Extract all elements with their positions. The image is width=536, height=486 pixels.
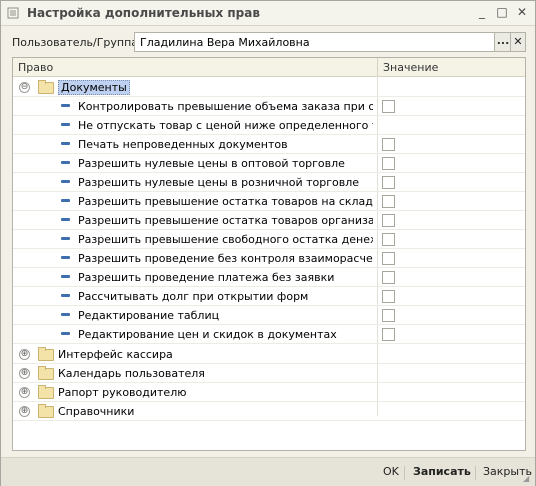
expand-icon[interactable]: ⊕ (19, 368, 30, 379)
right-label: Разрешить превышение остатка товаров на … (78, 195, 373, 208)
right-label: Разрешить нулевые цены в розничной торго… (78, 176, 359, 189)
group-row-report[interactable]: ⊕ Рапорт руководителю (13, 382, 525, 402)
footer-divider (475, 466, 476, 480)
group-label: Календарь пользователя (58, 367, 205, 380)
right-row[interactable]: Разрешить превышение остатка товаров на … (13, 191, 525, 211)
right-label: Редактирование таблиц (78, 309, 220, 322)
save-button[interactable]: Записать (413, 465, 471, 478)
minimize-button[interactable]: _ (475, 5, 489, 19)
right-item-icon (61, 256, 70, 259)
grid-header: Право Значение (13, 58, 525, 77)
group-row-cashier[interactable]: ⊕ Интерфейс кассира (13, 344, 525, 364)
right-item-icon (61, 104, 70, 107)
column-divider (377, 58, 378, 76)
group-label: Интерфейс кассира (58, 348, 173, 361)
resize-grip-icon[interactable]: ◢ (523, 474, 533, 484)
user-group-value: Гладилина Вера Михайловна (140, 36, 310, 49)
right-label: Разрешить нулевые цены в оптовой торговл… (78, 157, 345, 170)
ok-button[interactable]: OK (383, 465, 399, 478)
value-checkbox[interactable] (382, 100, 395, 113)
collapse-icon[interactable]: ⊖ (19, 82, 30, 93)
group-label: Рапорт руководителю (58, 386, 187, 399)
right-label: Разрешить проведение без контроля взаимо… (78, 252, 373, 265)
right-label: Рассчитывать долг при открытии форм (78, 290, 309, 303)
folder-icon (38, 366, 54, 380)
value-checkbox[interactable] (382, 214, 395, 227)
value-checkbox[interactable] (382, 138, 395, 151)
right-item-icon (61, 332, 70, 335)
right-row[interactable]: Рассчитывать долг при открытии форм (13, 286, 525, 306)
window-icon (7, 7, 19, 19)
value-checkbox[interactable] (382, 157, 395, 170)
folder-icon (38, 385, 54, 399)
title-bar: Настройка дополнительных прав _ □ ✕ (1, 1, 535, 26)
right-row[interactable]: Контролировать превышение объема заказа … (13, 96, 525, 116)
expand-icon[interactable]: ⊕ (19, 406, 30, 417)
value-checkbox[interactable] (382, 328, 395, 341)
value-checkbox[interactable] (382, 195, 395, 208)
right-row[interactable]: Разрешить нулевые цены в розничной торго… (13, 172, 525, 192)
right-label: Редактирование цен и скидок в документах (78, 328, 337, 341)
right-label: Разрешить превышение остатка товаров орг… (78, 214, 373, 227)
group-label: Справочники (58, 405, 135, 418)
value-checkbox[interactable] (382, 176, 395, 189)
group-label: Документы (58, 80, 130, 95)
right-item-icon (61, 142, 70, 145)
value-checkbox[interactable] (382, 309, 395, 322)
right-row[interactable]: Разрешить проведение платежа без заявки (13, 267, 525, 287)
right-item-icon (61, 294, 70, 297)
right-label: Печать непроведенных документов (78, 138, 288, 151)
rights-grid[interactable]: Право Значение ⊖ Документы Контролироват… (12, 57, 526, 451)
column-header-right[interactable]: Право (18, 61, 53, 74)
right-label: Разрешить проведение платежа без заявки (78, 271, 335, 284)
group-row-references[interactable]: ⊕ Справочники (13, 401, 525, 421)
value-checkbox[interactable] (382, 271, 395, 284)
right-row[interactable]: Разрешить нулевые цены в оптовой торговл… (13, 153, 525, 173)
window-title: Настройка дополнительных прав (27, 6, 260, 20)
footer-bar: OK Записать Закрыть ◢ (1, 457, 535, 486)
user-group-field[interactable]: Гладилина Вера Михайловна (134, 32, 496, 52)
settings-window: Настройка дополнительных прав _ □ ✕ Поль… (0, 0, 536, 486)
right-item-icon (61, 199, 70, 202)
right-item-icon (61, 218, 70, 221)
footer-divider (404, 466, 405, 480)
folder-icon (38, 80, 54, 94)
right-item-icon (61, 237, 70, 240)
value-checkbox[interactable] (382, 290, 395, 303)
clear-user-button[interactable]: ✕ (510, 32, 526, 52)
user-group-label: Пользователь/Группа: (12, 36, 142, 49)
close-button[interactable]: ✕ (515, 5, 529, 19)
right-row[interactable]: Редактирование таблиц (13, 305, 525, 325)
right-item-icon (61, 275, 70, 278)
right-item-icon (61, 313, 70, 316)
right-row[interactable]: Редактирование цен и скидок в документах (13, 324, 525, 344)
right-item-icon (61, 161, 70, 164)
value-checkbox[interactable] (382, 252, 395, 265)
expand-icon[interactable]: ⊕ (19, 387, 30, 398)
group-row-documents[interactable]: ⊖ Документы (13, 77, 525, 97)
right-row[interactable]: Не отпускать товар с ценой ниже определе… (13, 115, 525, 135)
right-row[interactable]: Разрешить проведение без контроля взаимо… (13, 248, 525, 268)
folder-icon (38, 404, 54, 418)
column-header-value[interactable]: Значение (383, 61, 438, 74)
maximize-button[interactable]: □ (495, 5, 509, 19)
right-label: Контролировать превышение объема заказа … (78, 100, 373, 113)
expand-icon[interactable]: ⊕ (19, 349, 30, 360)
folder-icon (38, 347, 54, 361)
right-item-icon (61, 123, 70, 126)
group-row-calendar[interactable]: ⊕ Календарь пользователя (13, 363, 525, 383)
right-item-icon (61, 180, 70, 183)
right-label: Разрешить превышение свободного остатка … (78, 233, 373, 246)
right-row[interactable]: Разрешить превышение свободного остатка … (13, 229, 525, 249)
right-row[interactable]: Разрешить превышение остатка товаров орг… (13, 210, 525, 230)
value-checkbox[interactable] (382, 233, 395, 246)
right-label: Не отпускать товар с ценой ниже определе… (78, 119, 373, 132)
right-row[interactable]: Печать непроведенных документов (13, 134, 525, 154)
